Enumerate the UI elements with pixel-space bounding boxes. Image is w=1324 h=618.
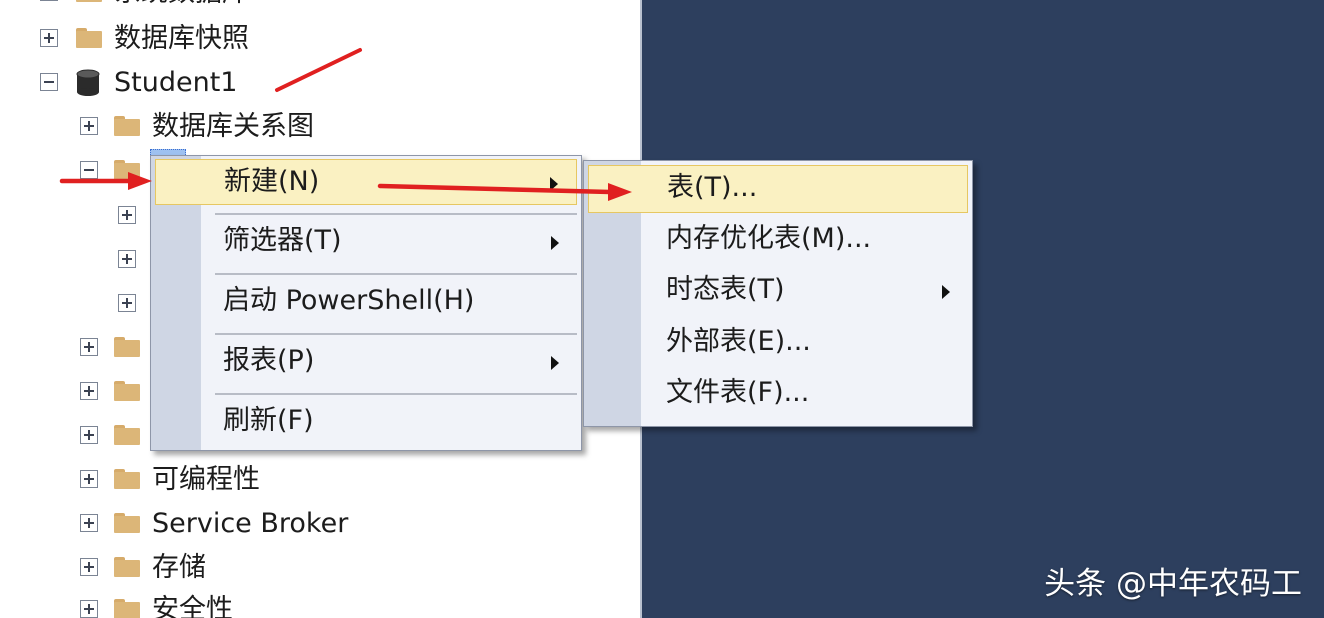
folder-icon xyxy=(114,337,140,357)
tree-node-student1[interactable]: Student1 xyxy=(0,64,630,104)
menu-item-label: 新建(N) xyxy=(224,166,320,197)
tree-node-database-snapshots[interactable]: 数据库快照 xyxy=(0,20,630,60)
folder-icon xyxy=(76,0,102,2)
tree-node-label: 数据库快照 xyxy=(114,23,249,54)
watermark-text: 头条 @中年农码工 xyxy=(1044,566,1302,602)
expand-icon[interactable] xyxy=(118,206,136,224)
context-menu: 新建(N) 筛选器(T) 启动 PowerShell(H) 报表(P) 刷新(F… xyxy=(150,155,582,451)
tree-node-label: Service Broker xyxy=(152,508,349,539)
expand-icon[interactable] xyxy=(80,426,98,444)
tree-node-label: 安全性 xyxy=(152,594,233,618)
folder-icon xyxy=(114,599,140,618)
folder-icon xyxy=(114,425,140,445)
tree-node-label: 存储 xyxy=(152,552,206,583)
submenu-arrow-icon xyxy=(942,285,950,299)
expand-icon[interactable] xyxy=(80,514,98,532)
menu-item-temporal-table[interactable]: 时态表(T) xyxy=(588,268,968,314)
menu-item-refresh[interactable]: 刷新(F) xyxy=(155,399,577,445)
menu-item-table[interactable]: 表(T)... xyxy=(588,165,968,213)
folder-icon xyxy=(114,160,140,180)
menu-separator xyxy=(215,393,577,395)
new-submenu: 表(T)... 内存优化表(M)... 时态表(T) 外部表(E)... 文件表… xyxy=(583,160,973,427)
folder-icon xyxy=(114,381,140,401)
folder-icon xyxy=(114,513,140,533)
tree-node-label: Student1 xyxy=(114,67,238,98)
folder-icon xyxy=(114,116,140,136)
menu-item-label: 表(T)... xyxy=(667,172,758,203)
menu-item-reports[interactable]: 报表(P) xyxy=(155,339,577,385)
expand-icon[interactable] xyxy=(80,600,98,618)
expand-icon[interactable] xyxy=(118,294,136,312)
expand-icon[interactable] xyxy=(40,29,58,47)
menu-separator xyxy=(215,333,577,335)
expand-icon[interactable] xyxy=(80,470,98,488)
folder-icon xyxy=(114,469,140,489)
menu-item-label: 时态表(T) xyxy=(666,274,785,305)
menu-item-start-powershell[interactable]: 启动 PowerShell(H) xyxy=(155,279,577,325)
menu-item-label: 筛选器(T) xyxy=(223,225,342,256)
menu-separator xyxy=(215,273,577,275)
menu-item-label: 刷新(F) xyxy=(223,405,314,436)
menu-item-label: 内存优化表(M)... xyxy=(666,223,872,254)
menu-item-label: 文件表(F)... xyxy=(666,377,810,408)
tree-node-label: 可编程性 xyxy=(152,464,260,495)
tree-node-security[interactable]: 安全性 xyxy=(0,591,630,618)
expand-icon[interactable] xyxy=(40,0,58,1)
tree-node-storage[interactable]: 存储 xyxy=(0,549,630,589)
menu-separator xyxy=(215,213,577,215)
tree-node-service-broker[interactable]: Service Broker xyxy=(0,505,630,545)
collapse-icon[interactable] xyxy=(80,161,98,179)
menu-item-filter[interactable]: 筛选器(T) xyxy=(155,219,577,265)
menu-item-label: 启动 PowerShell(H) xyxy=(223,285,475,316)
expand-icon[interactable] xyxy=(118,250,136,268)
expand-icon[interactable] xyxy=(80,382,98,400)
menu-item-label: 外部表(E)... xyxy=(666,326,811,357)
collapse-icon[interactable] xyxy=(40,73,58,91)
menu-item-memory-optimized-table[interactable]: 内存优化表(M)... xyxy=(588,217,968,263)
tree-node-label: 数据库关系图 xyxy=(152,111,314,142)
database-icon xyxy=(76,69,100,96)
expand-icon[interactable] xyxy=(80,117,98,135)
menu-item-file-table[interactable]: 文件表(F)... xyxy=(588,371,968,417)
tree-node-database-diagrams[interactable]: 数据库关系图 xyxy=(0,108,630,148)
submenu-arrow-icon xyxy=(550,177,558,191)
submenu-arrow-icon xyxy=(551,356,559,370)
expand-icon[interactable] xyxy=(80,558,98,576)
submenu-arrow-icon xyxy=(551,236,559,250)
folder-icon xyxy=(114,557,140,577)
tree-node-programmability[interactable]: 可编程性 xyxy=(0,461,630,501)
expand-icon[interactable] xyxy=(80,338,98,356)
tree-node-label: 系统数据库 xyxy=(114,0,249,11)
tree-node-system-databases[interactable]: 系统数据库 xyxy=(0,0,630,14)
folder-icon xyxy=(76,28,102,48)
menu-item-external-table[interactable]: 外部表(E)... xyxy=(588,320,968,366)
menu-item-new[interactable]: 新建(N) xyxy=(155,159,577,205)
menu-item-label: 报表(P) xyxy=(223,345,315,376)
